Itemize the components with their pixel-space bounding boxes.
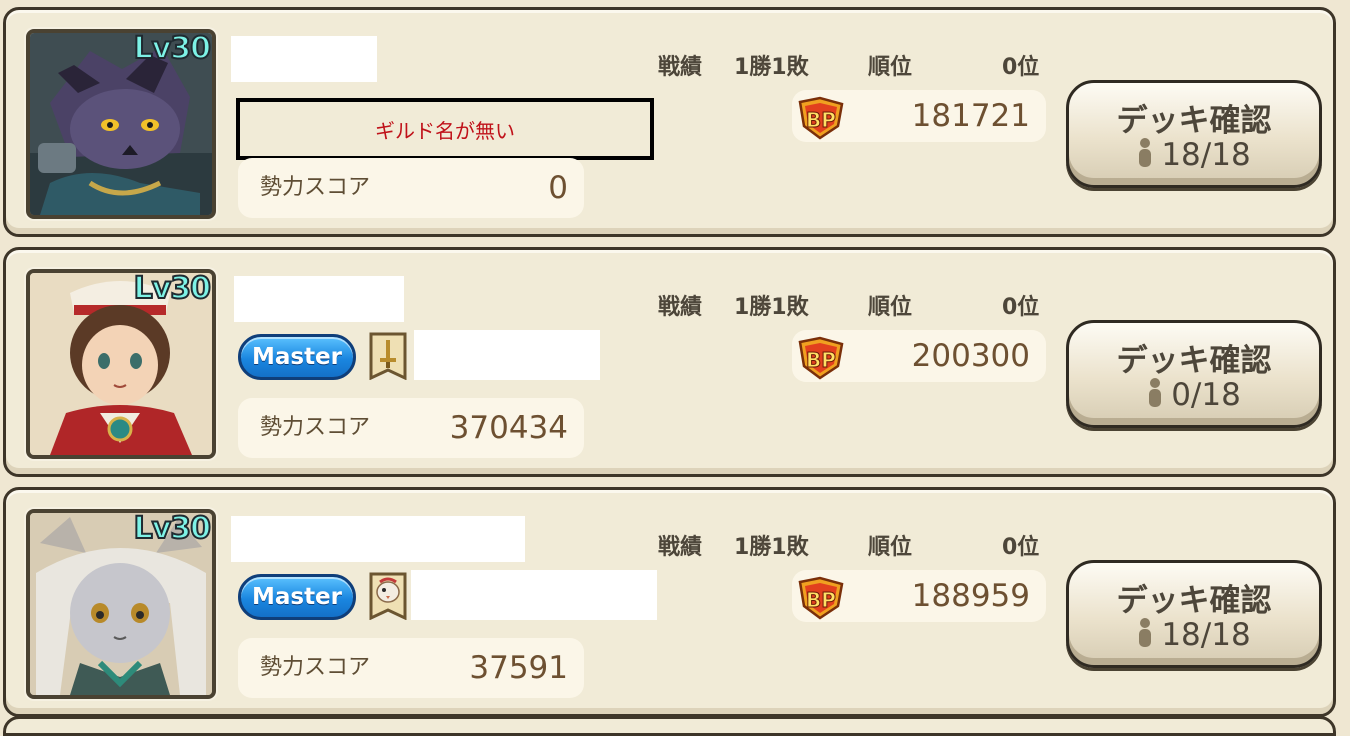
score-panel: 勢力スコア 0 bbox=[238, 158, 584, 218]
guild-name-redacted bbox=[414, 330, 600, 380]
score-label: 勢力スコア bbox=[260, 415, 371, 440]
bp-value: 188959 bbox=[911, 578, 1030, 614]
bird-banner-icon bbox=[369, 572, 407, 620]
player-name-redacted bbox=[231, 36, 377, 82]
score-value: 37591 bbox=[469, 650, 568, 686]
bp-panel: BP 188959 bbox=[792, 570, 1046, 622]
deck-count-row: 0/18 bbox=[1069, 377, 1319, 413]
level-label: Lv30 bbox=[133, 511, 212, 547]
record-label: 戦績 bbox=[658, 295, 703, 320]
deck-check-label: デッキ確認 bbox=[1116, 583, 1272, 619]
bp-panel: BP 181721 bbox=[792, 90, 1046, 142]
bp-value: 181721 bbox=[911, 98, 1030, 134]
level-label: Lv30 bbox=[133, 271, 212, 307]
score-label: 勢力スコア bbox=[260, 655, 371, 680]
record-value: 1勝1敗 bbox=[734, 55, 809, 80]
sword-banner-icon bbox=[369, 332, 407, 380]
opponent-list: Lv30 ギルド名が無い 勢力スコア 0 戦績 1勝1敗 順位 0位 BP 18… bbox=[0, 0, 1350, 736]
deck-count: 0/18 bbox=[1171, 377, 1241, 413]
guild-missing-notice: ギルド名が無い bbox=[236, 98, 654, 160]
score-value: 0 bbox=[548, 170, 568, 206]
rank-value: 0位 bbox=[1002, 295, 1040, 320]
svg-text:BP: BP bbox=[806, 588, 836, 612]
bp-icon: BP bbox=[798, 576, 844, 620]
score-panel: 勢力スコア 370434 bbox=[238, 398, 584, 458]
record-label: 戦績 bbox=[658, 535, 703, 560]
opponent-card: Lv30 Master 勢力スコア 370434 戦績 1勝1敗 順位 0位 B… bbox=[3, 247, 1336, 477]
record-label: 戦績 bbox=[658, 55, 703, 80]
guild-role-badge: Master bbox=[238, 334, 356, 380]
rank-label: 順位 bbox=[868, 535, 913, 560]
rank-label: 順位 bbox=[868, 55, 913, 80]
deck-check-button[interactable]: デッキ確認 18/18 bbox=[1066, 560, 1322, 668]
record-value: 1勝1敗 bbox=[734, 295, 809, 320]
opponent-card: Lv30 ギルド名が無い 勢力スコア 0 戦績 1勝1敗 順位 0位 BP 18… bbox=[3, 7, 1336, 237]
rank-value: 0位 bbox=[1002, 535, 1040, 560]
portrait[interactable]: Lv30 bbox=[26, 509, 216, 699]
bp-icon: BP bbox=[798, 96, 844, 140]
player-name-redacted bbox=[234, 276, 404, 322]
svg-text:BP: BP bbox=[806, 348, 836, 372]
bp-panel: BP 200300 bbox=[792, 330, 1046, 382]
deck-check-button[interactable]: デッキ確認 18/18 bbox=[1066, 80, 1322, 188]
score-value: 370434 bbox=[449, 410, 568, 446]
bp-value: 200300 bbox=[911, 338, 1030, 374]
deck-count-row: 18/18 bbox=[1069, 137, 1319, 173]
deck-check-label: デッキ確認 bbox=[1116, 343, 1272, 379]
person-icon bbox=[1139, 618, 1152, 647]
next-card-edge bbox=[3, 716, 1336, 736]
score-label: 勢力スコア bbox=[260, 175, 371, 200]
deck-count: 18/18 bbox=[1161, 617, 1251, 653]
deck-count: 18/18 bbox=[1161, 137, 1251, 173]
deck-count-row: 18/18 bbox=[1069, 617, 1319, 653]
bp-icon: BP bbox=[798, 336, 844, 380]
guild-name-redacted bbox=[411, 570, 657, 620]
person-icon bbox=[1149, 378, 1162, 407]
rank-label: 順位 bbox=[868, 295, 913, 320]
guild-role-badge: Master bbox=[238, 574, 356, 620]
opponent-card: Lv30 Master 勢力スコア 37591 戦績 1勝1敗 順位 0位 BP… bbox=[3, 487, 1336, 717]
svg-text:BP: BP bbox=[806, 108, 836, 132]
portrait[interactable]: Lv30 bbox=[26, 269, 216, 459]
level-label: Lv30 bbox=[133, 31, 212, 67]
score-panel: 勢力スコア 37591 bbox=[238, 638, 584, 698]
deck-check-button[interactable]: デッキ確認 0/18 bbox=[1066, 320, 1322, 428]
deck-check-label: デッキ確認 bbox=[1116, 103, 1272, 139]
player-name-redacted bbox=[231, 516, 525, 562]
rank-value: 0位 bbox=[1002, 55, 1040, 80]
record-value: 1勝1敗 bbox=[734, 535, 809, 560]
portrait[interactable]: Lv30 bbox=[26, 29, 216, 219]
person-icon bbox=[1139, 138, 1152, 167]
